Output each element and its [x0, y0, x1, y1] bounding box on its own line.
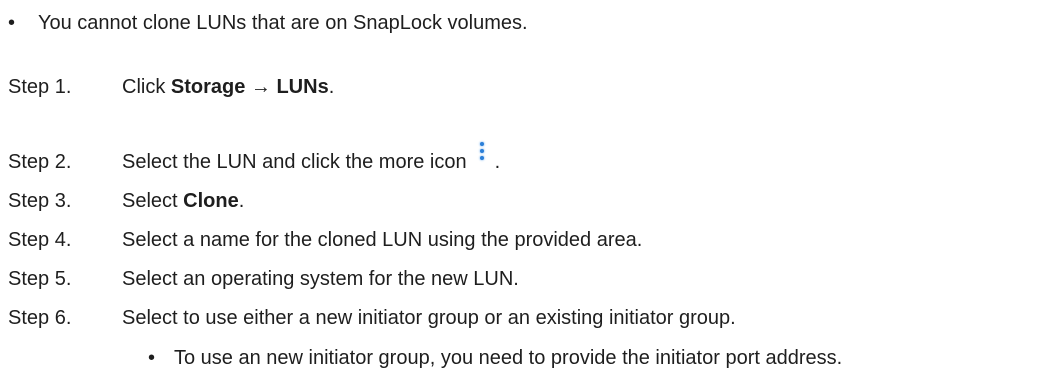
intro-bullet-text: You cannot clone LUNs that are on SnapLo… — [38, 12, 528, 34]
more-vertical-icon — [479, 142, 485, 164]
step-label: Step 5. — [8, 268, 72, 290]
step-label: Step 4. — [8, 229, 72, 251]
bullet-marker: • — [8, 12, 16, 34]
step-text: Click Storage → LUNs. — [122, 76, 335, 98]
step-label: Step 1. — [8, 76, 72, 98]
sub-bullet-text: To use an new initiator group, you need … — [174, 347, 843, 369]
step-text: Select Clone. — [122, 190, 245, 212]
step-label: Step 3. — [8, 190, 72, 212]
step-label: Step 6. — [8, 307, 72, 329]
menu-path: Storage → LUNs — [170, 76, 329, 98]
step-label: Step 2. — [8, 151, 72, 173]
bullet-marker: • — [148, 347, 156, 369]
step-text: Select to use either a new initiator gro… — [122, 307, 736, 329]
step-text: Select the LUN and click the more icon. — [122, 142, 500, 174]
clone-option: Clone — [183, 190, 239, 212]
step-text: Select an operating system for the new L… — [122, 268, 519, 290]
step-text: Select a name for the cloned LUN using t… — [122, 229, 643, 251]
